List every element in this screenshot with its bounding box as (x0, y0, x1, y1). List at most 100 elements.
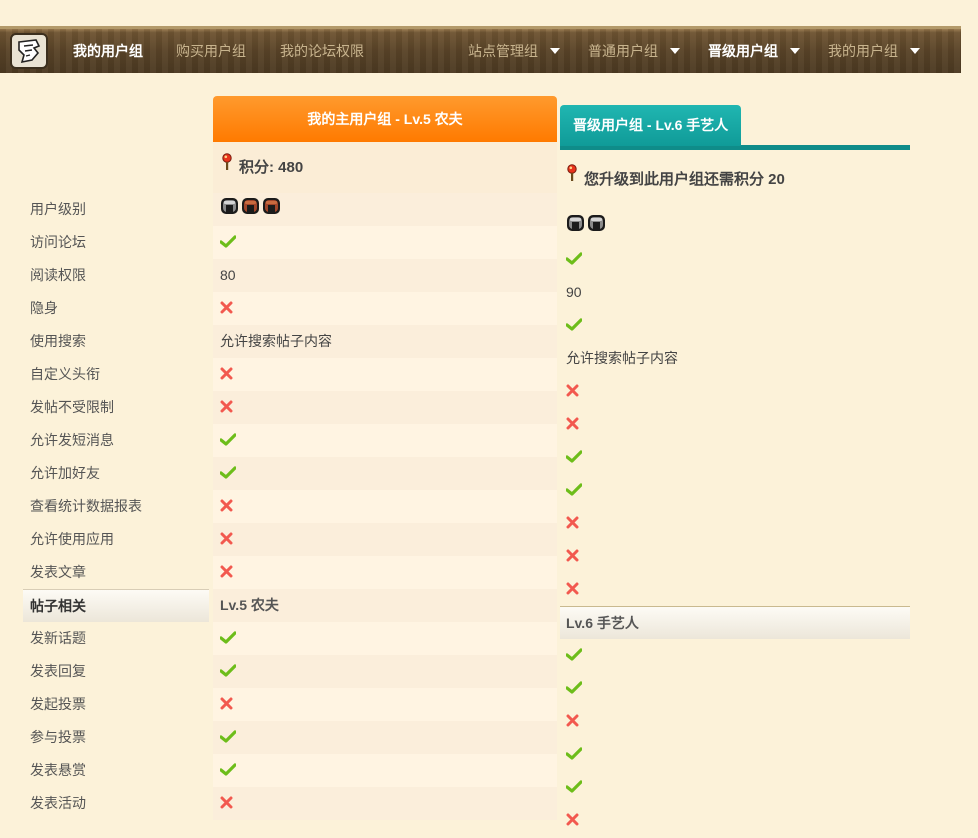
permission-value (213, 556, 557, 589)
current-score-text: 积分: 480 (239, 159, 304, 176)
cross-icon (220, 788, 233, 821)
cross-icon (220, 359, 233, 392)
permission-label: 查看统计数据报表 (30, 498, 142, 514)
pin-icon (566, 148, 578, 208)
permission-value (213, 787, 557, 820)
silver-helmet-icon (220, 194, 239, 227)
nav-item-1[interactable]: 购买用户组 (176, 29, 246, 73)
permission-value (560, 639, 910, 672)
permission-label: 允许使用应用 (30, 531, 114, 547)
check-icon (219, 722, 237, 755)
pin-icon (221, 141, 233, 192)
cross-icon (566, 706, 579, 739)
permission-label: 使用搜索 (30, 333, 86, 349)
permission-value: 90 (560, 276, 910, 309)
brown-helmet-icon (262, 194, 281, 227)
permission-value (560, 540, 910, 573)
permission-value (560, 375, 910, 408)
cross-icon (566, 508, 579, 541)
permission-value (213, 226, 557, 259)
permission-value (213, 292, 557, 325)
cell-text: 90 (566, 284, 582, 300)
cross-icon (566, 805, 579, 838)
check-icon (219, 227, 237, 260)
permission-label: 访问论坛 (30, 234, 86, 250)
permission-value (560, 573, 910, 606)
nav-dropdown-label: 普通用户组 (588, 43, 658, 59)
level-helmets (566, 211, 606, 244)
cross-icon (566, 574, 579, 607)
cross-icon (220, 293, 233, 326)
nav-dropdown-2[interactable]: 晋级用户组 (708, 29, 800, 73)
permission-label: 允许加好友 (30, 465, 100, 481)
permission-value (560, 705, 910, 738)
permission-value (560, 672, 910, 705)
permission-value (213, 457, 557, 490)
permission-label: 发帖不受限制 (30, 399, 114, 415)
cross-icon (220, 491, 233, 524)
nav-item-2[interactable]: 我的论坛权限 (280, 29, 364, 73)
permission-value (560, 771, 910, 804)
permission-value (560, 474, 910, 507)
permission-value (213, 688, 557, 721)
nav-dropdown-label: 站点管理组 (468, 43, 538, 59)
check-icon (219, 656, 237, 689)
cell-text: 允许搜索帖子内容 (566, 350, 678, 366)
cell-text: Lv.6 手艺人 (566, 615, 639, 631)
check-icon (565, 640, 583, 673)
needed-score-text: 您升级到此用户组还需积分 20 (584, 171, 785, 188)
check-icon (565, 244, 583, 277)
permission-value (560, 804, 910, 837)
permission-value (213, 622, 557, 655)
nav-dropdown-label: 晋级用户组 (708, 43, 778, 59)
cross-icon (220, 392, 233, 425)
check-icon (565, 673, 583, 706)
permission-label: 发起投票 (30, 696, 86, 712)
silver-helmet-icon (587, 211, 606, 244)
chevron-down-icon (910, 48, 920, 55)
cell-text: 80 (220, 267, 236, 283)
permission-label: 发表活动 (30, 795, 86, 811)
permission-value (560, 243, 910, 276)
cell-text: Lv.5 农夫 (220, 597, 279, 613)
permission-label: 发表悬赏 (30, 762, 86, 778)
upgrade-group-tab[interactable]: 晋级用户组 - Lv.6 手艺人 (560, 105, 742, 146)
permission-value: 允许搜索帖子内容 (560, 342, 910, 375)
check-icon (219, 425, 237, 458)
permission-label: 发表文章 (30, 564, 86, 580)
cell-text: 允许搜索帖子内容 (220, 333, 332, 349)
top-nav-bar: 我的用户组 购买用户组 我的论坛权限 站点管理组 普通用户组 晋级用户组 我的用户组 (0, 26, 961, 73)
nav-dropdown-0[interactable]: 站点管理组 (468, 29, 560, 73)
permission-value (213, 523, 557, 556)
permission-label: 自定义头衔 (30, 366, 100, 382)
permission-label: 发新话题 (30, 630, 86, 646)
permission-label: 用户级别 (30, 201, 86, 217)
nav-dropdown-3[interactable]: 我的用户组 (828, 29, 920, 73)
check-icon (219, 623, 237, 656)
chevron-down-icon (790, 48, 800, 55)
cross-icon (566, 409, 579, 442)
nav-dropdown-label: 我的用户组 (828, 43, 898, 59)
permission-value (213, 655, 557, 688)
check-icon (565, 475, 583, 508)
section-row: Lv.6 手艺人 (560, 606, 910, 639)
permission-label: 阅读权限 (30, 267, 86, 283)
nav-item-0[interactable]: 我的用户组 (73, 29, 143, 73)
level-helmets (220, 194, 281, 227)
permission-value (560, 441, 910, 474)
nav-dropdown-1[interactable]: 普通用户组 (588, 29, 680, 73)
silver-helmet-icon (566, 211, 585, 244)
main-group-column: 我的主用户组 - Lv.5 农夫 积分: 480 80 允许搜索帖子内容 Lv.5 … (213, 96, 557, 820)
permission-value (213, 424, 557, 457)
permission-value: 允许搜索帖子内容 (213, 325, 557, 358)
permission-label: 发表回复 (30, 663, 86, 679)
site-logo[interactable] (10, 33, 48, 69)
permission-labels: 用户级别 访问论坛 阅读权限 隐身 使用搜索 自定义头衔 发帖不受限制 允许发短消息 允许加好友… (23, 193, 209, 820)
current-score: 积分: 480 (213, 142, 557, 193)
check-icon (565, 310, 583, 343)
permission-value (213, 490, 557, 523)
main-group-header: 我的主用户组 - Lv.5 农夫 (213, 96, 557, 142)
upgrade-group-column: 晋级用户组 - Lv.6 手艺人 您升级到此用户组还需积分 20 90 允许搜索帖… (560, 105, 910, 837)
check-icon (219, 755, 237, 788)
brown-helmet-icon (241, 194, 260, 227)
